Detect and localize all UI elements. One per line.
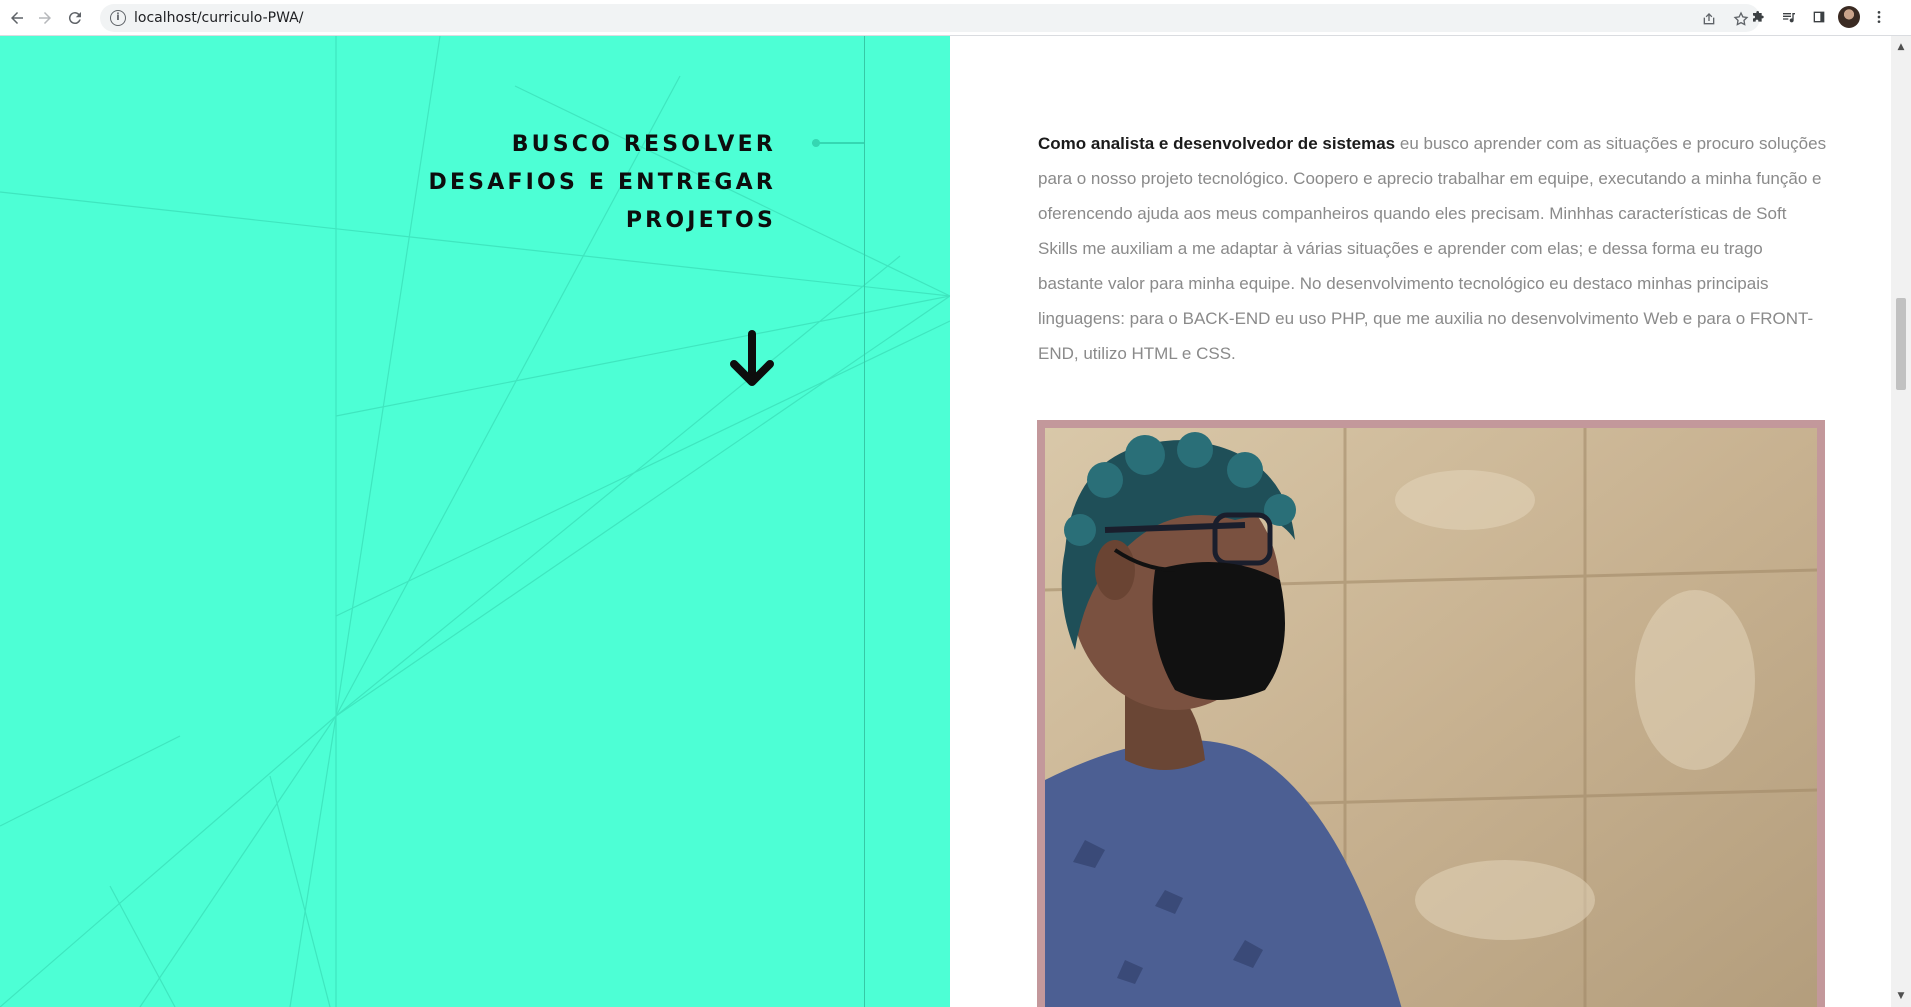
- page-content: BUSCO RESOLVER DESAFIOS E ENTREGAR PROJE…: [0, 36, 1911, 1007]
- headline-line: PROJETOS: [625, 208, 776, 233]
- connector-dot: [812, 139, 820, 147]
- about-body-text: eu busco aprender com as situações e pro…: [1038, 134, 1827, 363]
- hero-panel: BUSCO RESOLVER DESAFIOS E ENTREGAR PROJE…: [0, 36, 950, 1007]
- share-icon[interactable]: [1698, 8, 1720, 30]
- browser-toolbar: i localhost/curriculo-PWA/: [0, 0, 1911, 36]
- scroll-down-small-icon[interactable]: ▼: [1891, 987, 1911, 1005]
- reload-button[interactable]: [62, 5, 88, 31]
- back-button[interactable]: [4, 5, 30, 31]
- extensions-puzzle-icon[interactable]: [1748, 6, 1770, 28]
- forward-button[interactable]: [32, 5, 58, 31]
- headline-line: BUSCO RESOLVER: [511, 132, 776, 157]
- profile-photo: [1045, 428, 1817, 1007]
- about-bold-intro: Como analista e desenvolvedor de sistema…: [1038, 134, 1396, 153]
- menu-kebab-icon[interactable]: [1868, 6, 1890, 28]
- scroll-down-arrow-icon[interactable]: [728, 330, 776, 388]
- arrow-right-icon: [39, 12, 51, 24]
- scroll-thumb[interactable]: [1896, 298, 1906, 390]
- profile-photo-frame: [1037, 420, 1825, 1007]
- scroll-up-arrow-icon[interactable]: ▲: [1891, 38, 1911, 56]
- arrow-left-icon: [11, 12, 23, 24]
- url-text[interactable]: localhost/curriculo-PWA/: [134, 10, 303, 26]
- headline-line: DESAFIOS E ENTREGAR: [428, 170, 776, 195]
- reading-list-icon[interactable]: [1778, 6, 1800, 28]
- toolbar-actions: [1748, 6, 1890, 28]
- hero-headline: BUSCO RESOLVER DESAFIOS E ENTREGAR PROJE…: [376, 126, 776, 240]
- omnibox-actions: [1698, 8, 1752, 30]
- timeline-divider: [864, 36, 865, 1007]
- address-bar[interactable]: i localhost/curriculo-PWA/: [100, 4, 1760, 32]
- page-scrollbar[interactable]: ▲ ▼: [1891, 36, 1911, 1007]
- profile-avatar[interactable]: [1838, 6, 1860, 28]
- reload-icon: [68, 12, 81, 25]
- about-paragraph: Como analista e desenvolvedor de sistema…: [1038, 126, 1828, 371]
- site-info-icon[interactable]: i: [110, 10, 126, 26]
- side-panel-icon[interactable]: [1808, 6, 1830, 28]
- about-panel: Como analista e desenvolvedor de sistema…: [950, 36, 1891, 1007]
